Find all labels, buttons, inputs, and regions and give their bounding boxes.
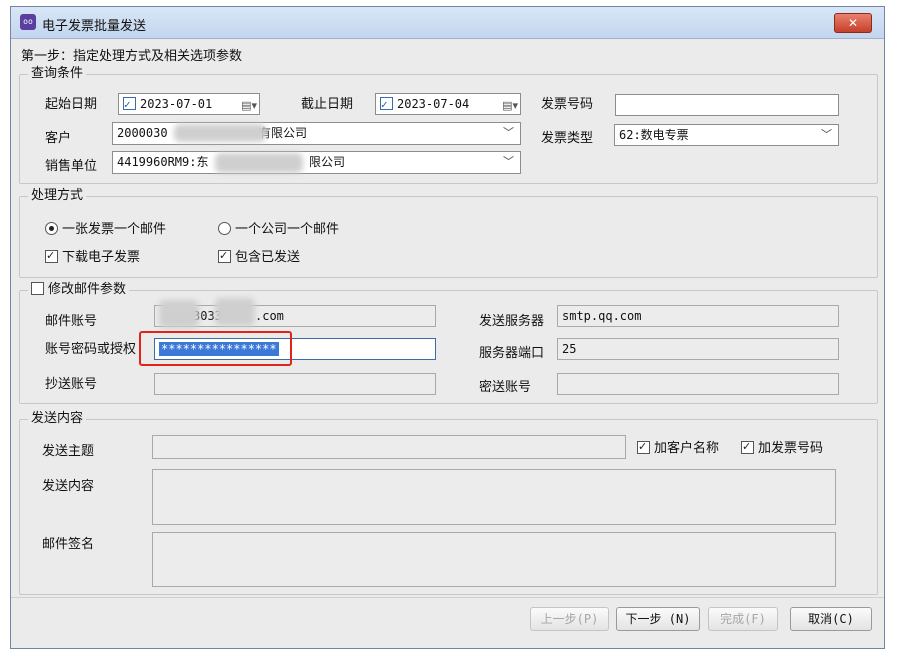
radio-one-company-per-mail[interactable]: 一个公司一个邮件 (218, 222, 339, 238)
body-label: 发送内容 (42, 479, 95, 494)
cancel-button[interactable]: 取消(C) (790, 607, 872, 631)
chevron-down-icon[interactable]: ﹀ (503, 152, 514, 172)
redacted-seller-name (215, 153, 303, 173)
bcc-label: 密送账号 (479, 380, 532, 395)
content-legend: 发送内容 (28, 411, 87, 427)
highlight-annotation (139, 331, 292, 366)
customer-label: 客户 (45, 131, 72, 146)
invoice-no-label: 发票号码 (541, 97, 594, 112)
calendar-dropdown-icon[interactable]: ▤▾ (502, 96, 518, 114)
cc-account-field[interactable] (154, 373, 436, 395)
add-customer-name-checkbox[interactable]: 加客户名称 (637, 439, 720, 457)
radio1-label: 一张发票一个邮件 (62, 222, 167, 237)
customer-code: 2000030 (117, 126, 168, 140)
close-button[interactable]: ✕ (834, 13, 872, 33)
modify-mail-label: 修改邮件参数 (48, 282, 127, 297)
checkbox-checked[interactable] (741, 439, 754, 455)
account-domain-part: .com (255, 309, 284, 323)
start-date-enable-checkbox[interactable] (123, 95, 136, 114)
server-label: 发送服务器 (479, 314, 545, 329)
invoice-type-value: 62:数电专票 (619, 128, 689, 142)
start-date-value: 2023-07-01 (140, 97, 213, 111)
port-label: 服务器端口 (479, 346, 545, 361)
cc-label: 抄送账号 (45, 377, 98, 392)
mail-params-legend[interactable]: 修改邮件参数 (28, 282, 130, 298)
invoice-type-select[interactable]: 62:数电专票 ﹀ (614, 124, 839, 146)
invoice-send-dialog: oo 电子发票批量发送 ✕ 第一步：指定处理方式及相关选项参数 查询条件 起始日… (10, 6, 885, 649)
chevron-down-icon[interactable]: ﹀ (503, 123, 514, 143)
modify-mail-checkbox[interactable] (31, 282, 44, 295)
finish-button[interactable]: 完成(F) (708, 607, 778, 631)
divider (11, 597, 884, 598)
radio-button-selected[interactable] (45, 222, 58, 235)
download-invoice-checkbox[interactable]: 下载电子发票 (45, 248, 141, 266)
title-bar: oo 电子发票批量发送 ✕ (11, 7, 884, 39)
smtp-server-field[interactable]: smtp.qq.com (557, 305, 839, 327)
prev-button[interactable]: 上一步(P) (530, 607, 609, 631)
include-sent-label: 包含已发送 (235, 250, 301, 265)
body-textarea[interactable] (152, 469, 836, 525)
signature-textarea[interactable] (152, 532, 836, 587)
end-date-picker[interactable]: 2023-07-04 ▤▾ (375, 93, 521, 115)
seller-name-suffix: 限公司 (309, 155, 346, 169)
chevron-down-icon[interactable]: ﹀ (821, 125, 832, 145)
calendar-dropdown-icon[interactable]: ▤▾ (241, 96, 257, 114)
account-label: 邮件账号 (45, 314, 98, 329)
password-label: 账号密码或授权 (45, 342, 137, 357)
end-date-label: 截止日期 (301, 97, 354, 112)
query-legend: 查询条件 (28, 66, 87, 82)
download-label: 下载电子发票 (62, 250, 141, 265)
start-date-picker[interactable]: 2023-07-01 ▤▾ (118, 93, 260, 115)
invoice-type-label: 发票类型 (541, 131, 594, 146)
add-invoice-no-checkbox[interactable]: 加发票号码 (741, 439, 824, 457)
step-instruction: 第一步：指定处理方式及相关选项参数 (21, 49, 243, 64)
start-date-label: 起始日期 (45, 97, 98, 112)
checkbox-checked[interactable] (637, 439, 650, 455)
radio-one-invoice-per-mail[interactable]: 一张发票一个邮件 (45, 222, 166, 238)
signature-label: 邮件签名 (42, 537, 95, 552)
app-icon: oo (20, 14, 36, 30)
radio-button-unselected[interactable] (218, 222, 231, 235)
checkbox-checked[interactable] (218, 248, 231, 264)
radio2-label: 一个公司一个邮件 (235, 222, 340, 237)
server-port-field[interactable]: 25 (557, 338, 839, 360)
seller-code: 4419960RM9:东 (117, 155, 209, 169)
end-date-value: 2023-07-04 (397, 97, 470, 111)
checkbox-checked[interactable] (45, 248, 58, 264)
redacted-account-start (159, 300, 199, 328)
add-customer-label: 加客户名称 (654, 441, 720, 456)
add-invoice-label: 加发票号码 (758, 441, 824, 456)
redacted-customer-name (174, 124, 266, 142)
customer-name-suffix: 有限公司 (259, 126, 308, 140)
next-button[interactable]: 下一步 (N) (616, 607, 700, 631)
end-date-enable-checkbox[interactable] (380, 95, 393, 114)
seller-select[interactable]: 4419960RM9:东 限公司 ﹀ (112, 151, 521, 174)
subject-label: 发送主题 (42, 444, 95, 459)
include-sent-checkbox[interactable]: 包含已发送 (218, 248, 301, 266)
redacted-account-mid (215, 298, 255, 326)
window-title: 电子发票批量发送 (42, 19, 147, 34)
invoice-no-input[interactable] (615, 94, 839, 116)
subject-field[interactable] (152, 435, 626, 459)
seller-label: 销售单位 (45, 159, 98, 174)
method-legend: 处理方式 (28, 188, 87, 204)
bcc-account-field[interactable] (557, 373, 839, 395)
